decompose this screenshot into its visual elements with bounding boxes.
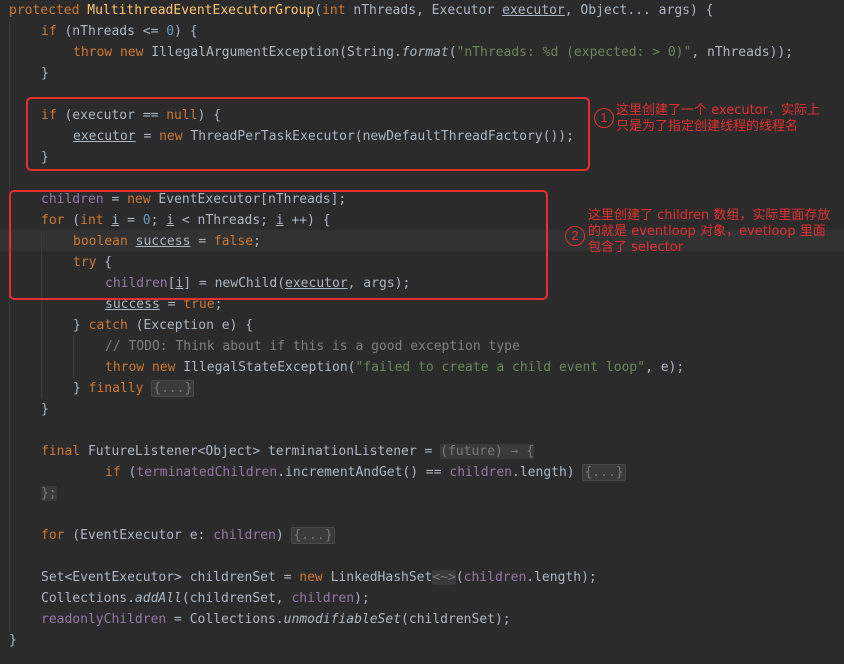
code-text: }; (41, 486, 57, 501)
code-line-3[interactable]: throw new IllegalArgumentException(Strin… (73, 42, 793, 63)
code-text: ) (275, 528, 292, 543)
folded-code-block[interactable]: {...} (582, 464, 626, 481)
code-text: } (73, 381, 89, 396)
code-line-25[interactable]: readonlyChildren = Collections.unmodifia… (41, 609, 511, 630)
field-children: children (463, 570, 527, 585)
code-line-2[interactable]: if (nThreads <= 0) { (41, 21, 198, 42)
code-text: , Object... args) { (564, 3, 714, 18)
keyword: throw new (73, 45, 144, 60)
code-text: ) { (174, 24, 198, 39)
code-line-24[interactable]: Collections.addAll(childrenSet, children… (41, 588, 370, 609)
code-text: FutureListener<Object> terminationListen… (80, 444, 441, 459)
code-text: (EventExecutor e: (64, 528, 214, 543)
code-text: (nThreads <= (56, 24, 167, 39)
folded-code-block[interactable]: {...} (151, 380, 195, 397)
code-line-21[interactable]: }; (41, 483, 57, 504)
static-method: unmodifiableSet (283, 612, 402, 627)
keyword: for (41, 528, 65, 543)
code-text: LinkedHashSet (322, 570, 433, 585)
annotation-number-1: 1 (594, 108, 614, 128)
number-literal: 0 (166, 24, 175, 39)
keyword: int (322, 3, 346, 18)
code-text: ( (120, 465, 137, 480)
static-method: addAll (134, 591, 182, 606)
code-text: IllegalArgumentException(String. (143, 45, 402, 60)
keyword: finally (88, 381, 144, 396)
code-text: , e); (645, 360, 685, 375)
field-terminated-children: terminatedChildren (136, 465, 278, 480)
code-line-23[interactable]: Set<EventExecutor> childrenSet = new Lin… (41, 567, 597, 588)
method-name: MultithreadEventExecutorGroup (87, 3, 315, 18)
code-line-18[interactable]: } (41, 399, 49, 420)
code-text: } (41, 402, 49, 417)
code-line-19[interactable]: final FutureListener<Object> termination… (41, 441, 535, 462)
code-text: .incrementAndGet() == (277, 465, 450, 480)
code-text: ( (314, 3, 323, 18)
code-text: .length); (526, 570, 597, 585)
field-readonly-children: readonlyChildren (41, 612, 167, 627)
code-line-16[interactable]: throw new IllegalStateException("failed … (105, 357, 684, 378)
folded-diamond[interactable]: <~> (432, 570, 456, 585)
code-line-14[interactable]: } catch (Exception e) { (73, 315, 253, 336)
parameter-executor: executor (502, 3, 565, 18)
code-text: (childrenSet, (181, 591, 292, 606)
keyword: if (41, 24, 57, 39)
keyword: catch (88, 318, 128, 333)
string-literal: "failed to create a child event loop" (355, 360, 646, 375)
code-comment: // TODO: Think about if this is a good e… (105, 339, 520, 354)
code-line-20[interactable]: if (terminatedChildren.incrementAndGet()… (105, 462, 626, 483)
folded-code-block[interactable]: {...} (291, 527, 335, 544)
annotation-box-2 (9, 190, 548, 300)
code-editor[interactable]: protected MultithreadEventExecutorGroup(… (0, 0, 844, 664)
code-line-17[interactable]: } finally {...} (73, 378, 195, 399)
code-text: ); (354, 591, 370, 606)
field-children: children (449, 465, 513, 480)
code-line-4[interactable]: } (41, 63, 49, 84)
static-method: format (401, 45, 449, 60)
folded-lambda[interactable]: (future) → { (440, 444, 535, 459)
keyword: protected (9, 3, 80, 18)
code-text: (Exception e) { (127, 318, 254, 333)
code-text: = Collections. (166, 612, 284, 627)
code-line-26[interactable]: } (9, 630, 17, 651)
keyword: throw new (105, 360, 176, 375)
code-text: .length) (512, 465, 583, 480)
code-text: , nThreads)); (691, 45, 794, 60)
code-text: Set<EventExecutor> childrenSet = (41, 570, 300, 585)
annotation-number-2: 2 (565, 226, 585, 246)
indent-guide (9, 21, 10, 633)
keyword: final (41, 444, 81, 459)
code-text: } (73, 318, 89, 333)
code-line-1[interactable]: protected MultithreadEventExecutorGroup(… (9, 0, 713, 21)
code-text: (childrenSet); (401, 612, 511, 627)
code-text: ( (455, 570, 464, 585)
code-line-15[interactable]: // TODO: Think about if this is a good e… (105, 336, 520, 357)
code-text: ( (448, 45, 457, 60)
annotation-box-1 (26, 97, 590, 171)
keyword: new (299, 570, 323, 585)
code-line-22[interactable]: for (EventExecutor e: children) {...} (41, 525, 335, 546)
keyword: if (105, 465, 121, 480)
code-text: Collections. (41, 591, 135, 606)
annotation-text-1: 这里创建了一个 executor，实际上 只是为了指定创建线程的线程名 (616, 103, 820, 134)
code-text: } (9, 633, 17, 648)
code-text: } (41, 66, 49, 81)
field-children: children (213, 528, 276, 543)
string-literal: "nThreads: %d (expected: > 0)" (456, 45, 692, 60)
indent-guide (73, 336, 74, 378)
code-text: IllegalStateException( (175, 360, 356, 375)
annotation-text-2: 这里创建了 children 数组，实际里面存放 的就是 eventloop 对… (588, 208, 831, 255)
code-text: nThreads, Executor (345, 3, 503, 18)
field-children: children (291, 591, 355, 606)
